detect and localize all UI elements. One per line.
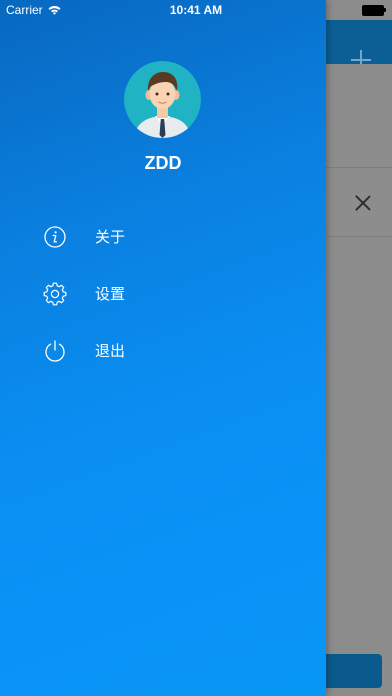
status-bar: Carrier 10:41 AM	[0, 0, 392, 20]
side-drawer: ZDD 关于 设置 退出	[0, 0, 326, 696]
menu-item-settings[interactable]: 设置	[0, 270, 326, 318]
close-icon[interactable]	[355, 195, 371, 211]
menu-item-about[interactable]: 关于	[0, 213, 326, 261]
status-time: 10:41 AM	[169, 3, 223, 17]
avatar[interactable]	[124, 61, 201, 138]
info-icon	[43, 225, 67, 249]
avatar-image	[124, 61, 201, 138]
user-name: ZDD	[144, 153, 182, 173]
gear-icon	[43, 282, 67, 306]
menu-item-label: 退出	[95, 342, 126, 360]
menu-item-logout[interactable]: 退出	[0, 327, 326, 375]
menu-item-label: 关于	[95, 228, 126, 246]
power-icon	[43, 339, 67, 363]
menu-item-label: 设置	[95, 285, 126, 303]
battery-icon	[362, 5, 386, 16]
